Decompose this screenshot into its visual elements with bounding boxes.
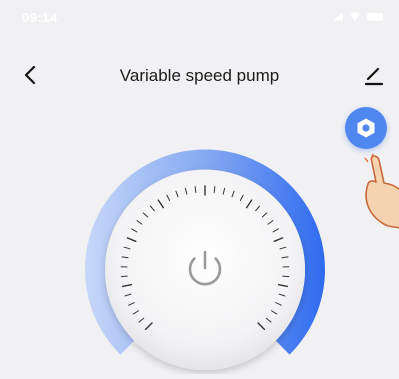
speed-dial[interactable] <box>70 140 340 374</box>
status-icons <box>333 12 383 21</box>
pointing-hand-icon <box>360 150 399 230</box>
signal-icon <box>333 13 343 21</box>
dial-tick <box>195 187 196 193</box>
status-bar: 09:14 <box>0 0 399 34</box>
speed-dial-graphic <box>70 140 340 374</box>
page-title: Variable speed pump <box>0 66 399 86</box>
settings-button[interactable] <box>345 107 387 149</box>
wifi-icon <box>349 12 361 21</box>
edit-button[interactable] <box>361 62 387 88</box>
power-button[interactable] <box>179 244 231 296</box>
dial-tick <box>214 187 215 193</box>
nav-bar: Variable speed pump <box>0 56 399 96</box>
pencil-icon <box>361 62 387 88</box>
battery-icon <box>367 13 383 21</box>
hexagon-nut-icon <box>355 117 377 139</box>
status-time: 09:14 <box>22 10 58 25</box>
